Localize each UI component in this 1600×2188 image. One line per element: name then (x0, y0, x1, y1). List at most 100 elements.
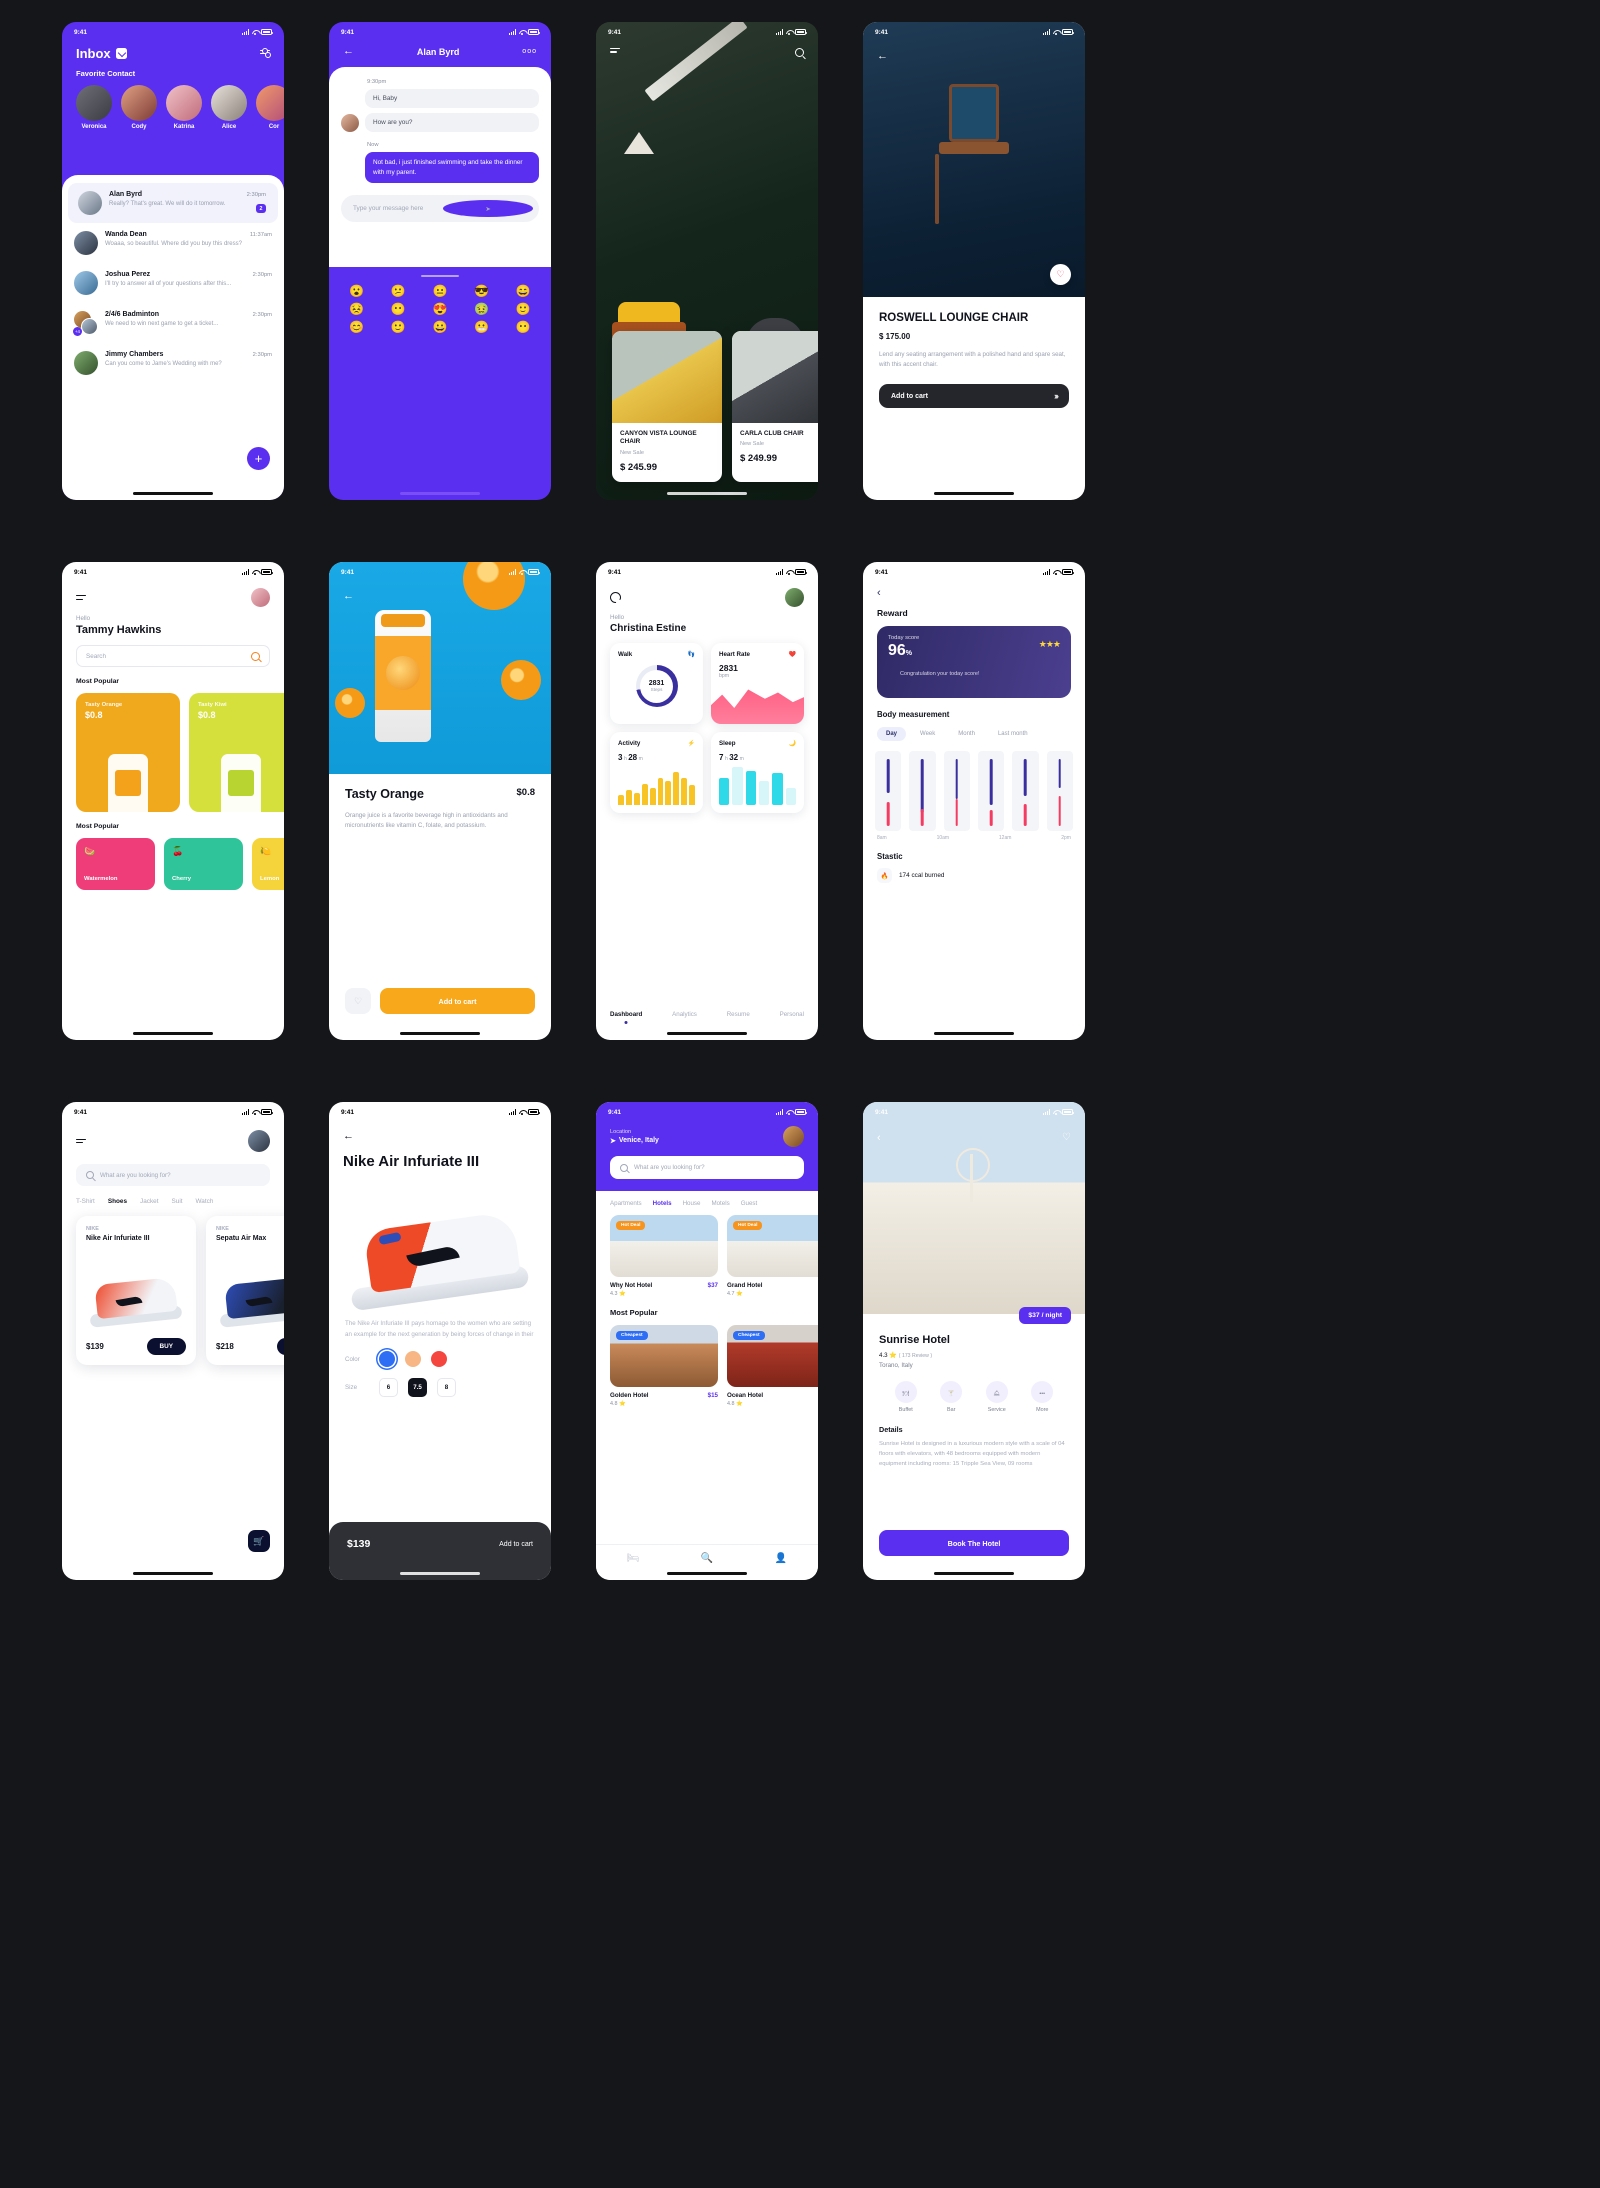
tab-suit[interactable]: Suit (172, 1198, 183, 1205)
table-row[interactable]: +4 2/4/6 Badminton We need to win next g… (62, 303, 284, 343)
tab-house[interactable]: House (683, 1200, 701, 1207)
sleep-card[interactable]: Sleep 🌙 7 h 32 m (711, 732, 804, 813)
emoji[interactable]: 🤢 (474, 303, 489, 315)
product-carousel[interactable]: NIKE Nike Air Infuriate III $139 BUY NIK… (62, 1205, 284, 1366)
emoji[interactable]: 😀 (433, 321, 448, 333)
filter-tabs[interactable]: Apartments Hotels House Motels Guest (596, 1191, 818, 1207)
amenity-bar[interactable]: 🍸 Bar (929, 1381, 975, 1413)
category-tabs[interactable]: T-Shirt Shoes Jacket Suit Watch (62, 1186, 284, 1205)
search-input[interactable]: What are you looking for? (610, 1156, 804, 1179)
product-card[interactable]: NIKE Sepatu Air Max $218 BUY (206, 1216, 284, 1366)
product-card[interactable]: NIKE Nike Air Infuriate III $139 BUY (76, 1216, 196, 1366)
segment-day[interactable]: Day (877, 727, 907, 741)
hotel-card[interactable]: Hot Deal Why Not Hotel $37 4.3 ⭐ (610, 1215, 718, 1297)
emoji[interactable]: 😮 (349, 285, 364, 297)
tab-jacket[interactable]: Jacket (140, 1198, 158, 1205)
table-row[interactable]: Jimmy Chambers Can you come to Jame's We… (62, 343, 284, 383)
back-icon[interactable]: ← (877, 50, 888, 62)
flavor-card[interactable]: 🍉 Watermelon (76, 838, 155, 890)
flavor-row[interactable]: 🍉 Watermelon 🍒 Cherry 🍋 Lemon (62, 830, 284, 890)
amenity-service[interactable]: 🛎 Service (974, 1381, 1020, 1413)
cart-button[interactable]: 🛒 (248, 1530, 270, 1552)
emoji-grid[interactable]: 😮 😕 😐 😎 😄 😣 😶 😍 🤢 🙂 😊 🙂 😀 😬 😶 (339, 285, 541, 333)
color-picker[interactable]: Color (329, 1340, 551, 1368)
menu-icon[interactable] (76, 1138, 86, 1144)
segmented-control[interactable]: Day Week Month Last month (863, 719, 1085, 741)
segment-week[interactable]: Week (911, 727, 944, 741)
add-to-cart-button[interactable]: Add to cart (499, 1541, 533, 1548)
flavor-card[interactable]: 🍋 Lemon (252, 838, 284, 890)
heart-icon[interactable]: ♡ (1062, 1132, 1071, 1143)
heart-rate-card[interactable]: Heart Rate ❤️ 2831 bpm (711, 643, 804, 724)
activity-card[interactable]: Activity ⚡ 3 h 28 m (610, 732, 703, 813)
location-row[interactable]: Location ➤ Venice, Italy (596, 1122, 818, 1147)
tab-guest[interactable]: Guest (741, 1200, 758, 1207)
tab-analytics[interactable]: Analytics (672, 1011, 697, 1018)
drink-card[interactable]: Tasty Orange $0.8 (76, 693, 180, 812)
favorites-list[interactable]: Veronica Cody Katrina Alice Cor (62, 78, 284, 130)
hotel-card[interactable]: Hot Deal Grand Hotel 4.7 ⭐ (727, 1215, 818, 1297)
emoji[interactable]: 😎 (474, 285, 489, 297)
color-swatch-red[interactable] (431, 1351, 447, 1368)
search-input[interactable]: What are you looking for? (76, 1164, 270, 1186)
emoji[interactable]: 😕 (391, 285, 406, 297)
amenities-row[interactable]: 🍽 Buffet 🍸 Bar 🛎 Service ••• More (879, 1369, 1069, 1413)
product-card[interactable]: CARLA CLUB CHAIR New Sale $ 249.99 (732, 330, 818, 482)
bed-icon[interactable]: 🛏 (627, 1553, 640, 1564)
popular-carousel[interactable]: Cheapest Golden Hotel $15 4.8 ⭐ Cheapest… (596, 1317, 818, 1407)
product-card[interactable]: CANYON VISTA LOUNGE CHAIR New Sale $ 245… (612, 330, 722, 482)
emoji[interactable]: 😐 (433, 285, 448, 297)
flavor-card[interactable]: 🍒 Cherry (164, 838, 243, 890)
back-icon[interactable]: ← (329, 1122, 551, 1142)
buy-button[interactable]: BUY (146, 1338, 186, 1356)
more-icon[interactable]: ooo (522, 48, 537, 55)
favorite-contact[interactable]: Cody (121, 85, 157, 130)
table-row[interactable]: Wanda Dean Woaaa, so beautiful. Where di… (62, 223, 284, 263)
emoji[interactable]: 😍 (433, 303, 448, 315)
emoji-keyboard[interactable]: 😮 😕 😐 😎 😄 😣 😶 😍 🤢 🙂 😊 🙂 😀 😬 😶 (329, 267, 551, 350)
tab-shoes[interactable]: Shoes (108, 1198, 127, 1205)
menu-icon[interactable] (76, 595, 86, 600)
table-row[interactable]: Joshua Perez I'll try to answer all of y… (62, 263, 284, 303)
favorite-contact[interactable]: Katrina (166, 85, 202, 130)
emoji[interactable]: 😶 (391, 303, 406, 315)
search-icon[interactable]: 🔍 (701, 1553, 713, 1564)
size-option[interactable]: 8 (437, 1378, 456, 1398)
segment-last-month[interactable]: Last month (989, 727, 1037, 741)
drink-card[interactable]: Tasty Kiwi $0.8 (189, 693, 284, 812)
size-option-selected[interactable]: 7.5 (408, 1378, 427, 1398)
tab-motels[interactable]: Motels (711, 1200, 729, 1207)
hotel-card[interactable]: Cheapest Golden Hotel $15 4.8 ⭐ (610, 1325, 718, 1407)
emoji[interactable]: 😊 (349, 321, 364, 333)
favorite-button[interactable]: ♡ (1050, 264, 1071, 285)
tab-bar[interactable]: Dashboard Analytics Resume Personal (596, 1000, 818, 1018)
keyboard-handle[interactable] (421, 275, 459, 278)
table-row[interactable]: Alan Byrd Really? That's great. We will … (68, 183, 278, 223)
tab-resume[interactable]: Resume (727, 1011, 750, 1018)
add-to-cart-button[interactable]: Add to cart ››› (879, 384, 1069, 409)
avatar[interactable] (783, 1126, 804, 1147)
emoji[interactable]: 😣 (349, 303, 364, 315)
search-icon[interactable] (251, 651, 260, 661)
profile-icon[interactable]: 👤 (775, 1553, 787, 1564)
back-icon[interactable]: ← (343, 590, 354, 602)
buy-button[interactable]: BUY (276, 1338, 284, 1356)
favorite-contact[interactable]: Veronica (76, 85, 112, 130)
tab-apartments[interactable]: Apartments (610, 1200, 642, 1207)
favorite-contact[interactable]: Cor (256, 85, 284, 130)
drink-carousel[interactable]: Tasty Orange $0.8 Tasty Kiwi $0.8 (62, 685, 284, 812)
size-option[interactable]: 6 (379, 1378, 398, 1398)
favorite-contact[interactable]: Alice (211, 85, 247, 130)
refresh-icon[interactable] (610, 592, 621, 603)
emoji[interactable]: 🙂 (391, 321, 406, 333)
book-button[interactable]: Book The Hotel (879, 1530, 1069, 1556)
segment-month[interactable]: Month (949, 727, 984, 741)
product-carousel[interactable]: CANYON VISTA LOUNGE CHAIR New Sale $ 245… (612, 330, 818, 482)
search-input[interactable]: Search (76, 645, 270, 667)
tab-hotels[interactable]: Hotels (653, 1200, 672, 1207)
message-input[interactable]: Type your message here ➤ (341, 195, 539, 223)
color-swatch-blue[interactable] (379, 1351, 395, 1368)
amenity-buffet[interactable]: 🍽 Buffet (883, 1381, 929, 1413)
favorite-button[interactable]: ♡ (345, 988, 371, 1014)
back-icon[interactable]: ‹ (877, 1132, 881, 1144)
